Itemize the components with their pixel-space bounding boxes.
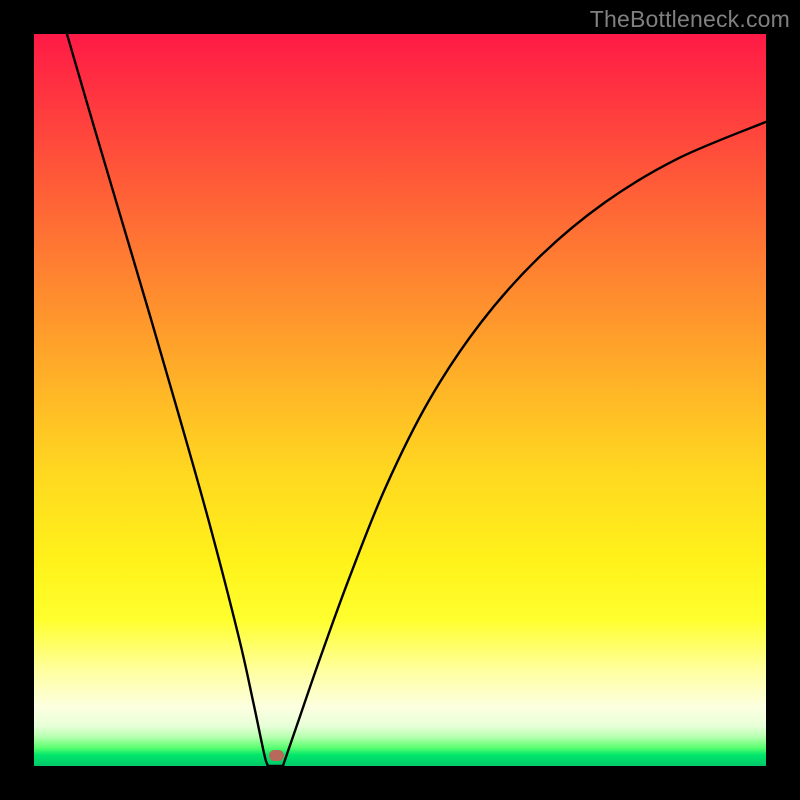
optimum-marker xyxy=(269,750,284,761)
bottleneck-curve xyxy=(34,34,766,766)
chart-frame: TheBottleneck.com xyxy=(0,0,800,800)
gradient-plot-area xyxy=(34,34,766,766)
watermark-text: TheBottleneck.com xyxy=(590,6,790,33)
